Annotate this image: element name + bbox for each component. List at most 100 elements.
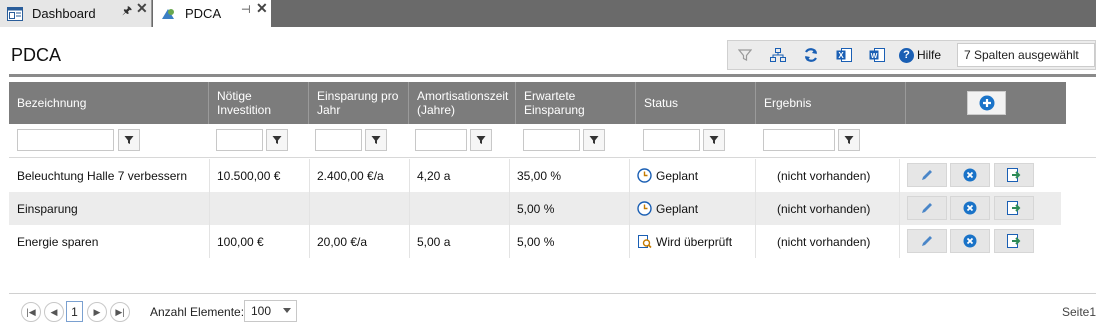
cell-erwartet: 5,00 % bbox=[517, 201, 555, 216]
edit-button[interactable] bbox=[907, 163, 947, 187]
cell-bezeichnung: Einsparung bbox=[17, 201, 78, 216]
tab-pdca-label: PDCA bbox=[185, 6, 222, 21]
help-icon: ? bbox=[899, 47, 914, 63]
tab-dashboard[interactable]: Dashboard 🖈︎ ✕ bbox=[0, 0, 152, 27]
current-page[interactable]: 1 bbox=[66, 301, 83, 322]
word-export-icon[interactable]: W bbox=[860, 41, 893, 69]
cell-amortisation bbox=[409, 192, 417, 225]
column-header-amortisation[interactable]: Amortisationszeit (Jahre) bbox=[409, 82, 516, 124]
review-icon bbox=[638, 235, 652, 249]
cell-investition: 10.500,00 € bbox=[217, 168, 281, 183]
column-header-status[interactable]: Status bbox=[636, 82, 756, 124]
edit-button[interactable] bbox=[907, 196, 947, 220]
help-button[interactable]: ? Hilfe bbox=[899, 47, 942, 63]
delete-button[interactable] bbox=[950, 229, 990, 253]
delete-icon bbox=[963, 234, 977, 248]
tab-dashboard-label: Dashboard bbox=[32, 6, 96, 21]
hierarchy-icon[interactable] bbox=[761, 41, 794, 69]
cell-amortisation: 4,20 a bbox=[417, 168, 451, 183]
open-detail-icon bbox=[1007, 201, 1021, 215]
pin-icon[interactable]: 🖈︎ bbox=[122, 2, 132, 21]
page-size-select[interactable]: 100 bbox=[244, 300, 297, 322]
page-info: Seite1 bbox=[1061, 305, 1096, 319]
cell-status: Geplant bbox=[629, 159, 698, 192]
open-button[interactable] bbox=[994, 229, 1034, 253]
close-icon[interactable]: ✕ bbox=[136, 0, 148, 17]
filter-input-status[interactable] bbox=[643, 129, 700, 151]
status-label: Geplant bbox=[656, 201, 699, 216]
clock-icon bbox=[637, 201, 652, 216]
table-row[interactable]: Einsparung 5,00 % Geplant (nicht vorhand… bbox=[9, 192, 1061, 225]
tab-pdca[interactable]: PDCA ⊣ ✕ bbox=[153, 0, 271, 27]
filter-icon[interactable] bbox=[583, 129, 605, 151]
dashboard-icon bbox=[7, 6, 23, 21]
next-page-button[interactable]: ▶ bbox=[87, 302, 107, 322]
svg-text:W: W bbox=[870, 53, 877, 60]
column-header-einsparung[interactable]: Einsparung pro Jahr bbox=[309, 82, 409, 124]
filter-input-amortisation[interactable] bbox=[415, 129, 467, 151]
tab-strip: Dashboard 🖈︎ ✕ PDCA ⊣ ✕ bbox=[0, 0, 1096, 27]
filter-icon[interactable] bbox=[470, 129, 492, 151]
close-icon[interactable]: ✕ bbox=[256, 0, 268, 17]
column-header-bezeichnung[interactable]: Bezeichnung bbox=[9, 82, 209, 124]
filter-icon[interactable] bbox=[703, 129, 725, 151]
cell-status: Wird überprüft bbox=[629, 225, 732, 258]
filter-input-einsparung[interactable] bbox=[315, 129, 362, 151]
table-row[interactable]: Beleuchtung Halle 7 verbessern 10.500,00… bbox=[9, 159, 1061, 192]
open-detail-icon bbox=[1007, 168, 1021, 182]
status-label: Wird überprüft bbox=[656, 234, 733, 249]
edit-button[interactable] bbox=[907, 229, 947, 253]
filter-icon[interactable] bbox=[118, 129, 140, 151]
filter-icon[interactable] bbox=[838, 129, 860, 151]
pencil-icon bbox=[922, 170, 932, 180]
filter-input-bezeichnung[interactable] bbox=[17, 129, 114, 151]
column-header-investition[interactable]: Nötige Investition bbox=[209, 82, 309, 124]
cell-erwartet: 35,00 % bbox=[517, 168, 562, 183]
first-page-button[interactable]: |◀ bbox=[21, 302, 41, 322]
chevron-down-icon bbox=[283, 308, 291, 313]
cell-investition bbox=[209, 192, 217, 225]
filter-icon[interactable] bbox=[728, 41, 761, 69]
cell-erwartet: 5,00 % bbox=[517, 234, 555, 249]
cell-ergebnis: (nicht vorhanden) bbox=[777, 234, 871, 249]
filter-icon[interactable] bbox=[365, 129, 387, 151]
cell-einsparung: 20,00 €/a bbox=[317, 234, 368, 249]
pencil-icon bbox=[922, 236, 932, 246]
cell-einsparung bbox=[309, 192, 317, 225]
filter-input-erwartet[interactable] bbox=[523, 129, 580, 151]
cell-ergebnis: (nicht vorhanden) bbox=[777, 168, 871, 183]
filter-divider bbox=[9, 157, 1096, 158]
cell-bezeichnung: Energie sparen bbox=[17, 234, 99, 249]
cell-bezeichnung: Beleuchtung Halle 7 verbessern bbox=[17, 168, 188, 183]
filter-input-investition[interactable] bbox=[216, 129, 263, 151]
pencil-icon bbox=[922, 203, 932, 213]
page-title: PDCA bbox=[11, 45, 62, 65]
add-button[interactable] bbox=[967, 91, 1006, 115]
pin-icon[interactable]: ⊣ bbox=[241, 3, 251, 16]
cell-investition: 100,00 € bbox=[217, 234, 264, 249]
cell-einsparung: 2.400,00 €/a bbox=[317, 168, 384, 183]
filter-input-ergebnis[interactable] bbox=[763, 129, 835, 151]
grid-header: Bezeichnung Nötige Investition Einsparun… bbox=[9, 82, 1066, 124]
pdca-icon bbox=[160, 7, 176, 21]
last-page-button[interactable]: ▶| bbox=[110, 302, 130, 322]
filter-row bbox=[9, 124, 1096, 157]
open-button[interactable] bbox=[994, 163, 1034, 187]
column-selector[interactable]: 7 Spalten ausgewählt bbox=[957, 43, 1095, 67]
refresh-icon[interactable] bbox=[794, 41, 827, 69]
delete-icon bbox=[963, 201, 977, 215]
open-button[interactable] bbox=[994, 196, 1034, 220]
delete-button[interactable] bbox=[950, 196, 990, 220]
title-divider bbox=[9, 74, 1096, 77]
filter-icon[interactable] bbox=[266, 129, 288, 151]
status-label: Geplant bbox=[656, 168, 699, 183]
clock-icon bbox=[637, 168, 652, 183]
delete-button[interactable] bbox=[950, 163, 990, 187]
help-label: Hilfe bbox=[917, 48, 942, 62]
column-header-ergebnis[interactable]: Ergebnis bbox=[756, 82, 906, 124]
column-header-erwartet[interactable]: Erwartete Einsparung bbox=[516, 82, 636, 124]
prev-page-button[interactable]: ◀ bbox=[44, 302, 64, 322]
cell-ergebnis: (nicht vorhanden) bbox=[777, 201, 871, 216]
table-row[interactable]: Energie sparen 100,00 € 20,00 €/a 5,00 a… bbox=[9, 225, 1061, 258]
excel-export-icon[interactable]: X bbox=[827, 41, 860, 69]
